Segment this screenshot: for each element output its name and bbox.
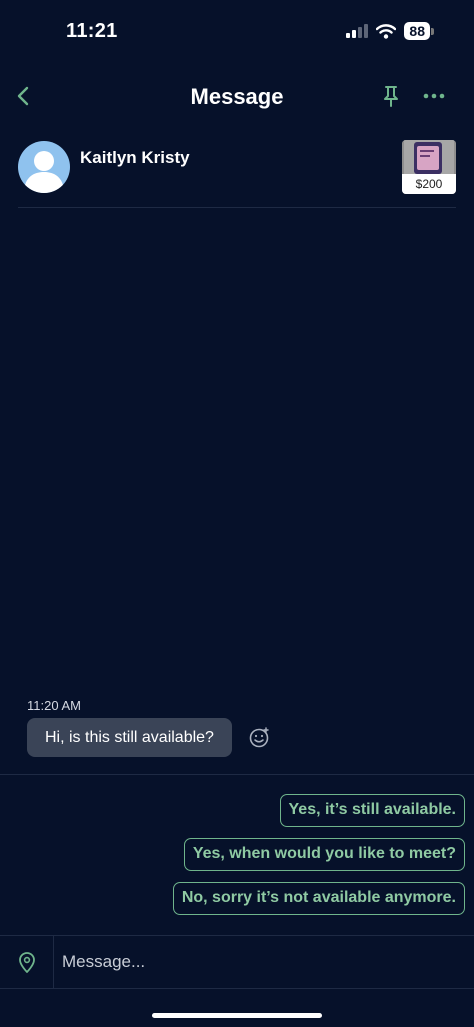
message-timestamp: 11:20 AM (27, 698, 81, 713)
contact-header[interactable]: Kaitlyn Kristy $200 (18, 140, 456, 208)
page-title: Message (190, 84, 284, 109)
divider (0, 774, 474, 775)
listing-thumbnail[interactable]: $200 (402, 140, 456, 194)
quick-reply-still-available[interactable]: Yes, it’s still available. (279, 794, 465, 827)
add-reaction-icon[interactable] (248, 727, 270, 749)
quick-reply-not-available[interactable]: No, sorry it’s not available anymore. (172, 882, 465, 915)
cellular-signal-icon (346, 24, 369, 38)
status-icons: 88 (346, 22, 434, 40)
message-composer (0, 935, 474, 989)
home-indicator (152, 1013, 322, 1018)
quick-reply-when-to-meet[interactable]: Yes, when would you like to meet? (183, 838, 465, 871)
status-time: 11:21 (66, 20, 118, 42)
share-location-button[interactable] (0, 936, 54, 989)
contact-name[interactable]: Kaitlyn Kristy (80, 148, 190, 168)
user-silhouette-icon (24, 151, 64, 193)
nav-bar: Message (0, 76, 474, 120)
location-pin-icon (19, 952, 35, 973)
status-bar: 11:21 88 (0, 0, 474, 60)
battery-icon: 88 (404, 22, 434, 40)
received-message-bubble[interactable]: Hi, is this still available? (27, 718, 232, 757)
message-input[interactable] (62, 944, 462, 980)
battery-level: 88 (404, 22, 430, 40)
more-options-icon[interactable] (422, 86, 446, 106)
listing-price: $200 (402, 174, 456, 194)
wifi-icon (376, 23, 397, 39)
pin-icon[interactable] (380, 84, 402, 108)
avatar[interactable] (18, 141, 70, 193)
